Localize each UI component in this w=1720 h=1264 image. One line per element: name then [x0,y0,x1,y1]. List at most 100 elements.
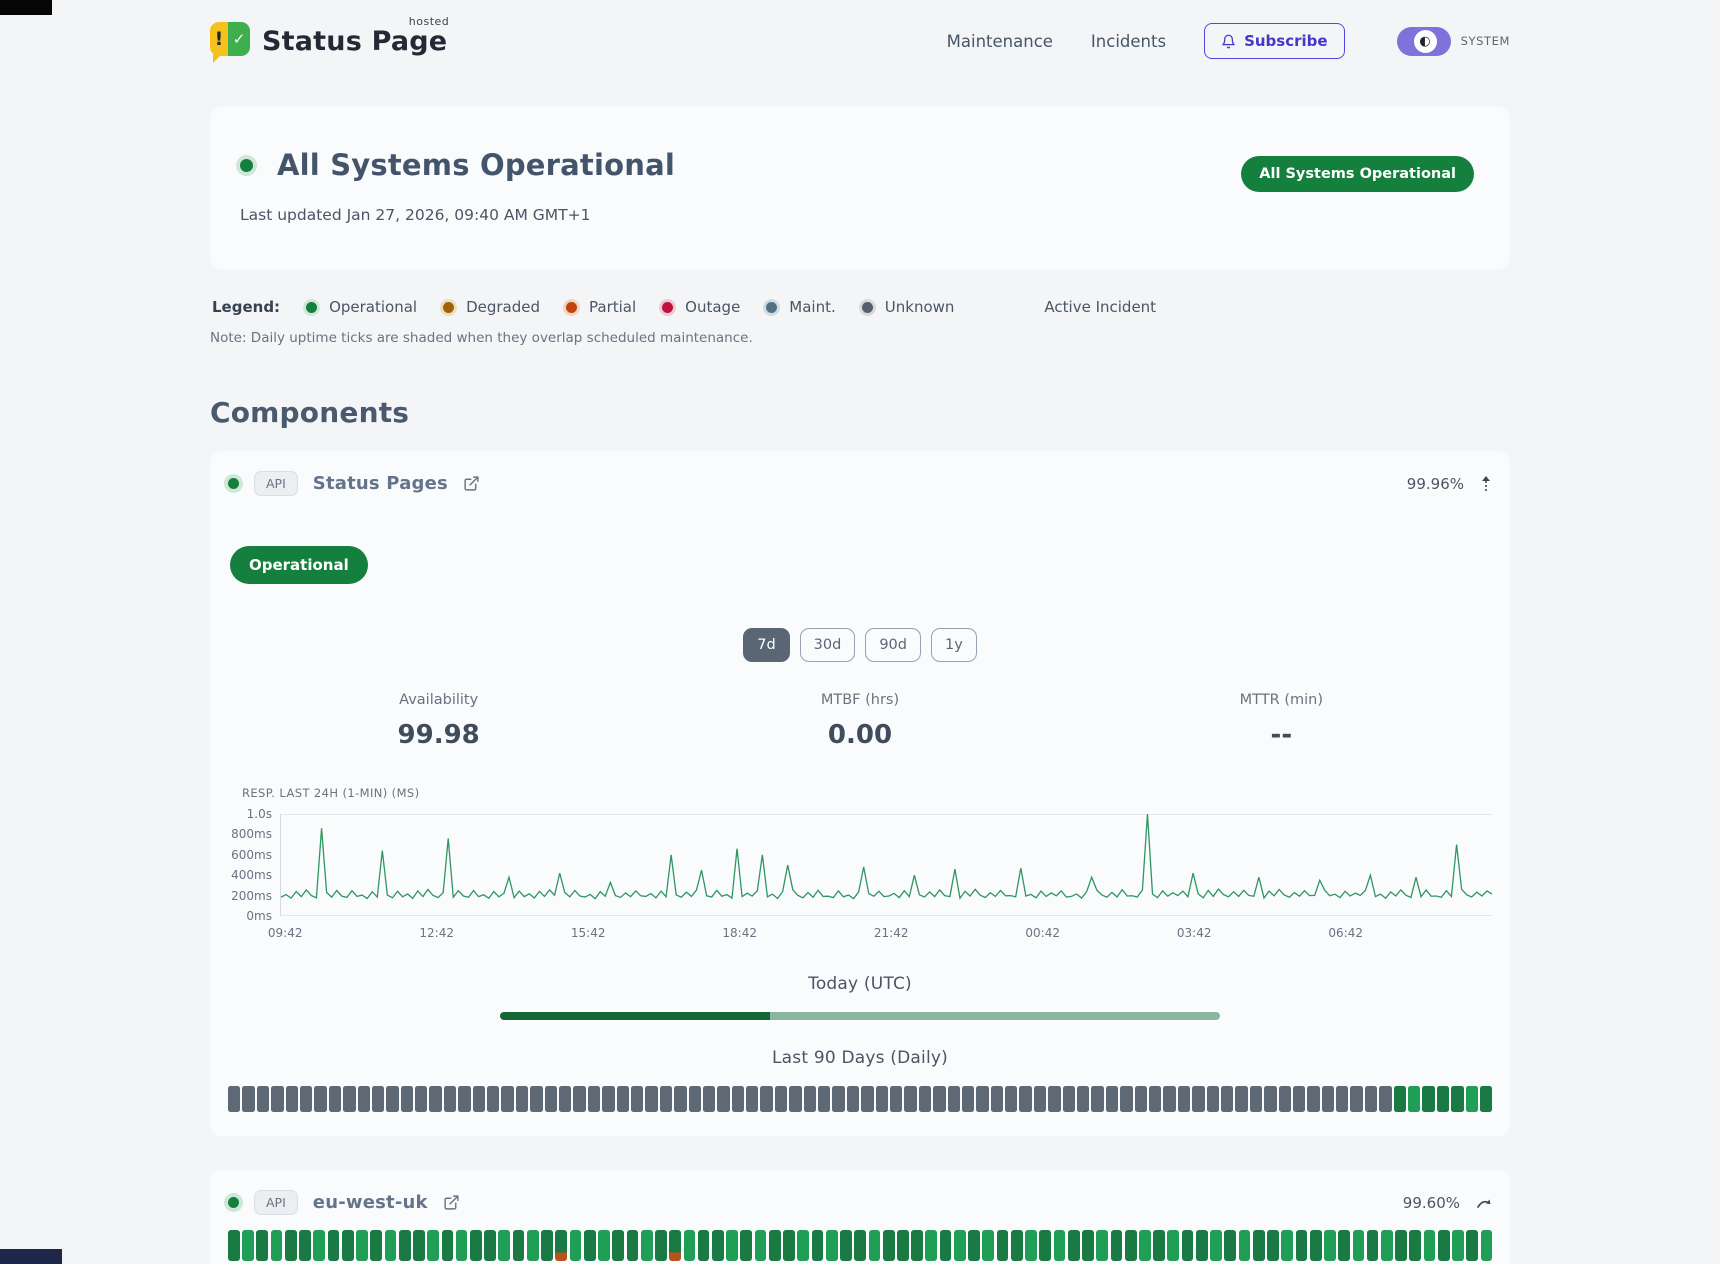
uptime-tick[interactable] [1250,1086,1262,1112]
uptime-tick[interactable] [1019,1086,1031,1112]
uptime-tick[interactable] [1011,1230,1023,1261]
uptime-tick[interactable] [1149,1086,1161,1112]
uptime-tick[interactable] [399,1230,411,1261]
uptime-tick[interactable] [976,1086,988,1112]
uptime-tick[interactable] [470,1230,482,1261]
uptime-tick[interactable] [299,1230,311,1261]
uptime-tick[interactable] [473,1086,485,1112]
uptime-tick[interactable] [271,1086,283,1112]
uptime-tick[interactable] [641,1230,653,1261]
uptime-tick[interactable] [1253,1230,1265,1261]
uptime-tick[interactable] [1224,1230,1236,1261]
uptime-tick[interactable] [740,1230,752,1261]
uptime-tick[interactable] [933,1086,945,1112]
uptime-tick[interactable] [545,1086,557,1112]
uptime-tick[interactable] [655,1230,667,1261]
uptime-tick[interactable] [498,1230,510,1261]
uptime-tick[interactable] [1139,1230,1151,1261]
uptime-tick[interactable] [1394,1086,1406,1112]
uptime-tick[interactable] [588,1086,600,1112]
uptime-tick[interactable] [769,1230,781,1261]
uptime-tick[interactable] [1296,1230,1308,1261]
uptime-tick[interactable] [1466,1230,1478,1261]
uptime-tick[interactable] [755,1230,767,1261]
uptime-tick[interactable] [660,1086,672,1112]
uptime-tick[interactable] [1091,1086,1103,1112]
uptime-tick[interactable] [1077,1086,1089,1112]
uptime-tick[interactable] [442,1230,454,1261]
uptime-tick[interactable] [1408,1086,1420,1112]
uptime-tick[interactable] [570,1230,582,1261]
uptime-tick[interactable] [300,1086,312,1112]
uptime-tick[interactable] [1322,1086,1334,1112]
uptime-tick[interactable] [883,1230,895,1261]
uptime-tick[interactable] [1034,1086,1046,1112]
uptime-tick[interactable] [527,1230,539,1261]
uptime-tick[interactable] [818,1086,830,1112]
uptime-tick[interactable] [1279,1086,1291,1112]
uptime-tick[interactable] [602,1086,614,1112]
uptime-tick[interactable] [982,1230,994,1261]
uptime-tick[interactable] [968,1230,980,1261]
uptime-tick[interactable] [732,1086,744,1112]
uptime-tick[interactable] [228,1086,240,1112]
brand-logo[interactable]: ! ✓ Status Page hosted [210,22,447,60]
uptime-tick[interactable] [669,1230,681,1261]
uptime-tick[interactable] [516,1086,528,1112]
uptime-tick[interactable] [343,1086,355,1112]
uptime-tick[interactable] [1365,1086,1377,1112]
nav-incidents[interactable]: Incidents [1091,32,1166,51]
uptime-tick[interactable] [804,1086,816,1112]
theme-toggle[interactable]: ◐ [1397,27,1451,56]
uptime-tick[interactable] [1409,1230,1421,1261]
uptime-tick[interactable] [342,1230,354,1261]
uptime-tick[interactable] [991,1086,1003,1112]
uptime-tick[interactable] [746,1086,758,1112]
uptime-tick[interactable] [1336,1086,1348,1112]
uptime-tick[interactable] [948,1086,960,1112]
collapse-up-arrow-icon[interactable] [1480,475,1492,492]
uptime-tick[interactable] [584,1230,596,1261]
uptime-tick[interactable] [271,1230,283,1261]
uptime-tick[interactable] [897,1230,909,1261]
uptime-tick[interactable] [1350,1086,1362,1112]
uptime-tick[interactable] [631,1086,643,1112]
uptime-tick[interactable] [1480,1086,1492,1112]
uptime-tick[interactable] [1293,1086,1305,1112]
uptime-tick[interactable] [1221,1086,1233,1112]
uptime-tick[interactable] [645,1086,657,1112]
uptime-tick[interactable] [954,1230,966,1261]
uptime-tick[interactable] [487,1086,499,1112]
uptime-tick[interactable] [760,1086,772,1112]
uptime-tick[interactable] [372,1086,384,1112]
uptime-tick[interactable] [1451,1086,1463,1112]
subscribe-button[interactable]: Subscribe [1204,23,1345,59]
uptime-tick[interactable] [573,1086,585,1112]
uptime-tick[interactable] [356,1230,368,1261]
uptime-tick[interactable] [1395,1230,1407,1261]
uptime-tick[interactable] [530,1086,542,1112]
uptime-tick[interactable] [1068,1230,1080,1261]
uptime-tick[interactable] [1163,1086,1175,1112]
uptime-tick[interactable] [1153,1230,1165,1261]
uptime-tick[interactable] [484,1230,496,1261]
uptime-tick[interactable] [783,1230,795,1261]
range-90d-button[interactable]: 90d [865,628,921,662]
uptime-tick[interactable] [286,1086,298,1112]
uptime-tick[interactable] [1063,1086,1075,1112]
uptime-tick[interactable] [1096,1230,1108,1261]
uptime-tick[interactable] [313,1230,325,1261]
uptime-tick[interactable] [541,1230,553,1261]
uptime-tick[interactable] [726,1230,738,1261]
uptime-tick[interactable] [1379,1086,1391,1112]
uptime-tick[interactable] [712,1230,724,1261]
uptime-tick[interactable] [513,1230,525,1261]
uptime-tick[interactable] [904,1086,916,1112]
uptime-tick[interactable] [703,1086,715,1112]
uptime-tick[interactable] [370,1230,382,1261]
uptime-tick[interactable] [854,1230,866,1261]
uptime-tick[interactable] [358,1086,370,1112]
uptime-tick[interactable] [257,1086,269,1112]
uptime-tick[interactable] [1422,1086,1434,1112]
uptime-tick[interactable] [1111,1230,1123,1261]
